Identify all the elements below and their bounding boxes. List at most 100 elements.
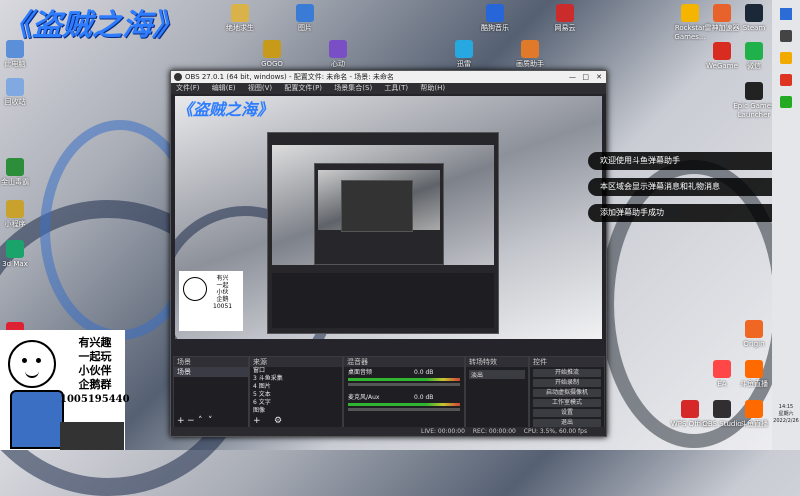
sticker-line: 一起玩 <box>78 350 112 363</box>
sticker-line: 有兴趣 <box>78 336 112 349</box>
thunder-icon <box>455 40 473 58</box>
sticker-line: 小伙伴 <box>78 364 112 377</box>
sticker-group-number: 1005195440 <box>60 394 130 405</box>
source-item[interactable]: 6 文字 <box>253 399 342 407</box>
origin-icon <box>745 320 763 338</box>
taskbar-app-icon[interactable] <box>780 96 792 108</box>
scene-down-icon[interactable]: ˅ <box>208 416 213 426</box>
desktop-shortcut-label: 小程序 <box>4 220 26 228</box>
start-icon[interactable] <box>780 8 792 20</box>
scene-up-icon[interactable]: ˄ <box>198 416 203 426</box>
desktop-shortcut-label: 图片 <box>298 24 312 32</box>
desktop-shortcut[interactable]: 酷狗音乐 <box>465 4 525 33</box>
source-item[interactable]: 5 文本 <box>253 391 342 399</box>
desktop-shortcut-label: 斗鱼直播 <box>740 420 768 428</box>
start-streaming-button[interactable]: 开始推流 <box>533 369 601 377</box>
exit-button[interactable]: 退出 <box>533 419 601 427</box>
menu-profile[interactable]: 配置文件(P) <box>284 84 322 92</box>
desktop-shortcut[interactable]: 绝地求生 <box>210 4 270 33</box>
source-item[interactable]: 图像 <box>253 407 342 415</box>
nested-sticker-line: 一起 <box>216 282 229 289</box>
nested-sticker: 有兴 一起 小伙 企鹅 10051 <box>179 271 243 331</box>
cloud-icon <box>556 4 574 22</box>
settings-icon <box>521 40 539 58</box>
desktop-shortcut[interactable]: 迅雷 <box>434 40 494 69</box>
app-icon <box>6 200 24 218</box>
audio-meter <box>348 378 460 381</box>
cartoon-body-icon <box>10 390 64 449</box>
desktop-shortcut-label: 金山毒霸 <box>1 178 29 186</box>
add-source-icon[interactable]: + <box>253 416 261 426</box>
steam-icon <box>745 4 763 22</box>
transition-select[interactable]: 淡出 <box>469 370 525 379</box>
volume-slider[interactable] <box>348 408 460 411</box>
obs-window[interactable]: OBS 27.0.1 (64 bit, windows) - 配置文件: 未命名… <box>170 70 607 437</box>
menu-view[interactable]: 视图(V) <box>248 84 272 92</box>
source-item[interactable]: 窗口 <box>253 367 342 375</box>
close-icon[interactable]: ✕ <box>596 71 602 83</box>
minimize-icon[interactable]: — <box>569 71 576 83</box>
add-scene-icon[interactable]: + <box>177 416 185 426</box>
settings-button[interactable]: 设置 <box>533 409 601 417</box>
studio-mode-button[interactable]: 工作室模式 <box>533 399 601 407</box>
nested-sticker-line: 10051 <box>213 303 233 310</box>
desktop-shortcut[interactable]: 画质助手 <box>500 40 560 69</box>
source-item[interactable]: 3 斗鱼采集 <box>253 375 342 383</box>
desktop-shortcut[interactable]: 心动 <box>308 40 368 69</box>
desktop-shortcut-label: Origin <box>743 340 765 348</box>
desktop-shortcut-label: 网易云 <box>554 24 576 32</box>
music-icon <box>486 4 504 22</box>
desktop-shortcut-label: 3d Max <box>2 260 28 268</box>
source-settings-icon[interactable]: ⚙ <box>274 416 282 426</box>
chat-bubble: 本区域会显示弹幕消息和礼物消息 <box>588 178 786 196</box>
desktop-shortcut[interactable]: 金山毒霸 <box>0 158 45 187</box>
taskbar-app-icon[interactable] <box>780 74 792 86</box>
transitions-dock: 转场特效 淡出 <box>465 356 529 428</box>
epic-icon <box>745 82 763 100</box>
cartoon-face-icon <box>8 340 56 388</box>
gogo-icon <box>263 40 281 58</box>
desktop-shortcut[interactable]: 网易云 <box>535 4 595 33</box>
desktop-shortcut[interactable]: 图片 <box>275 4 335 33</box>
menu-scene-collection[interactable]: 场景集合(S) <box>334 84 372 92</box>
controls-dock: 控件 开始推流 开始录制 启动虚拟摄像机 工作室模式 设置 退出 <box>529 356 605 428</box>
obs-preview[interactable]: 《盗贼之海》 有兴 一起 小伙 企鹅 10051 <box>175 96 602 339</box>
remove-scene-icon[interactable]: − <box>187 416 195 426</box>
desktop-shortcut[interactable]: 小程序 <box>0 200 45 229</box>
scene-item[interactable]: 场景 <box>174 367 248 377</box>
virtual-camera-button[interactable]: 启动虚拟摄像机 <box>533 389 601 397</box>
shield-icon <box>6 158 24 176</box>
sources-dock-title: 来源 <box>250 357 342 367</box>
douyu-icon <box>745 360 763 378</box>
nested-sticker-line: 企鹅 <box>216 296 229 303</box>
start-recording-button[interactable]: 开始录制 <box>533 379 601 387</box>
desktop-shortcut-label: 绝地求生 <box>226 24 254 32</box>
desktop-shortcut[interactable]: 回收站 <box>0 78 45 107</box>
desktop-shortcut[interactable]: 3d Max <box>0 240 45 269</box>
taskbar-app-icon[interactable] <box>780 52 792 64</box>
status-rec: REC: 00:00:00 <box>472 428 516 435</box>
wechat-icon <box>745 42 763 60</box>
menu-edit[interactable]: 编辑(E) <box>212 84 236 92</box>
taskbar-app-icon[interactable] <box>780 30 792 42</box>
desktop-shortcut[interactable]: 此电脑 <box>0 40 45 69</box>
mixer-dock: 混音器 桌面音频 0.0 dB 麦克风/Aux 0.0 dB <box>343 356 465 428</box>
menu-tools[interactable]: 工具(T) <box>384 84 408 92</box>
desktop-shortcut-label: 画质助手 <box>516 60 544 68</box>
sticker-line: 企鹅群 <box>78 378 112 391</box>
wallpaper-title-art: 《盗贼之海》 <box>2 8 182 43</box>
desktop-shortcut-label: Steam <box>742 24 766 32</box>
obs-title-bar[interactable]: OBS 27.0.1 (64 bit, windows) - 配置文件: 未命名… <box>171 71 606 83</box>
maximize-icon[interactable]: □ <box>582 71 589 83</box>
group-sticker: 有兴趣 一起玩 小伙伴 企鹅群 1005195440 <box>0 330 130 450</box>
recycle-bin-icon <box>6 78 24 96</box>
menu-help[interactable]: 帮助(H) <box>420 84 445 92</box>
desktop-shortcut[interactable]: GOGO <box>242 40 302 69</box>
source-item[interactable]: 4 图片 <box>253 383 342 391</box>
obs-app-icon <box>174 73 182 81</box>
taskbar-clock[interactable]: 14:15 星期六 2022/2/26 <box>773 404 799 425</box>
obs-menu-bar: 文件(F) 编辑(E) 视图(V) 配置文件(P) 场景集合(S) 工具(T) … <box>171 83 606 94</box>
volume-slider[interactable] <box>348 383 460 386</box>
menu-file[interactable]: 文件(F) <box>176 84 200 92</box>
douyu-icon <box>745 400 763 418</box>
